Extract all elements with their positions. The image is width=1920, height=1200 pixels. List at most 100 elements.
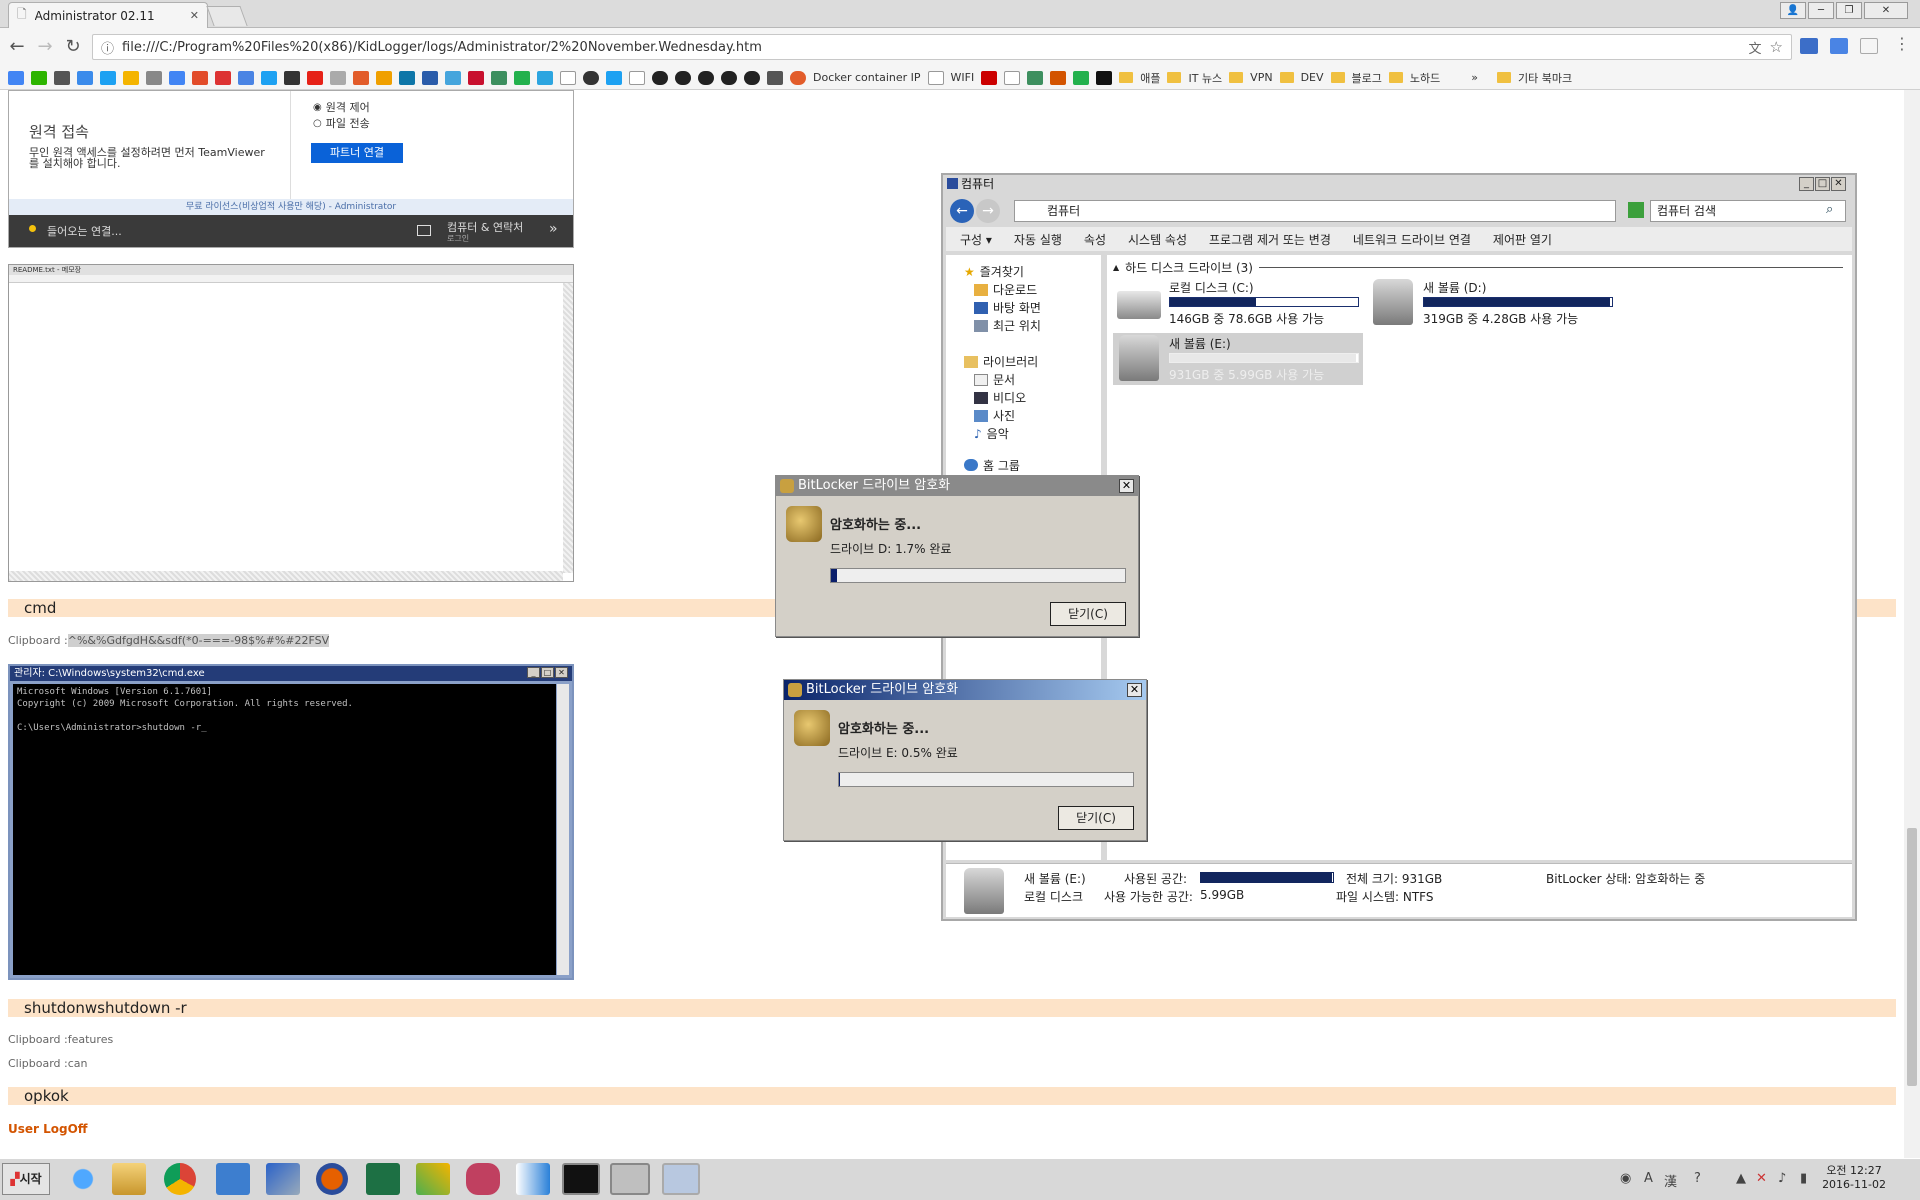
minimize-button[interactable]: ─ xyxy=(1808,2,1834,19)
paint-taskbar-icon[interactable] xyxy=(662,1163,700,1195)
bookmark-icon[interactable] xyxy=(376,70,392,85)
cast-icon[interactable] xyxy=(1860,38,1878,54)
new-tab-button[interactable] xyxy=(206,6,248,26)
twitter-bookmark-icon[interactable] xyxy=(606,70,622,85)
bookmark-folder-nohard[interactable]: 노하드 xyxy=(1410,70,1440,86)
profile-button[interactable]: 👤 xyxy=(1780,2,1806,19)
expand-icon[interactable]: » xyxy=(549,221,558,237)
bookmark-icon[interactable] xyxy=(981,70,998,85)
power-icon[interactable]: ▮ xyxy=(1800,1171,1807,1186)
bookmark-folder-apple[interactable]: 애플 xyxy=(1140,70,1160,86)
bookmark-icon[interactable] xyxy=(1073,70,1090,85)
chrome-icon[interactable] xyxy=(164,1163,196,1195)
translate-icon[interactable]: 文 xyxy=(1749,38,1762,57)
menu-icon[interactable]: ⋮ xyxy=(1894,34,1910,53)
clock[interactable]: 오전 12:27 2016-11-02 xyxy=(1822,1164,1886,1192)
scrollbar-thumb[interactable] xyxy=(1907,828,1917,1086)
ie-icon[interactable] xyxy=(66,1163,100,1195)
notepad-scrollbar[interactable] xyxy=(563,283,573,573)
page-bookmark-icon[interactable] xyxy=(1004,70,1021,85)
star-icon[interactable]: ☆ xyxy=(1770,38,1783,56)
bookmark-icon[interactable] xyxy=(77,70,93,85)
hanja-tray-icon[interactable]: 漢 xyxy=(1664,1171,1677,1190)
connect-partner-button[interactable]: 파트너 연결 xyxy=(311,143,403,163)
bookmark-wifi[interactable]: WIFI xyxy=(951,71,975,84)
docker-bookmark-icon[interactable] xyxy=(790,70,806,85)
bookmark-icon[interactable] xyxy=(445,70,461,85)
wikipedia-bookmark-icon[interactable] xyxy=(560,70,576,85)
page-bookmark-icon[interactable] xyxy=(629,70,645,85)
github-bookmark-icon[interactable] xyxy=(652,70,668,85)
radio-file-transfer[interactable]: ○ 파일 전송 xyxy=(313,115,370,131)
bookmark-folder-vpn[interactable]: VPN xyxy=(1250,71,1272,84)
page-scrollbar[interactable] xyxy=(1904,90,1920,1158)
bookmark-icon[interactable] xyxy=(215,70,231,85)
incoming-connections[interactable]: 들어오는 연결... xyxy=(47,223,122,239)
google-bookmark-icon[interactable] xyxy=(8,70,24,85)
network-status-icon[interactable]: ✕ xyxy=(1756,1171,1767,1186)
bookmark-icon[interactable] xyxy=(422,70,438,85)
youtube-bookmark-icon[interactable] xyxy=(307,70,323,85)
bookmark-docker[interactable]: Docker container IP xyxy=(813,71,921,84)
bookmark-icon[interactable] xyxy=(514,70,530,85)
volume-icon[interactable]: ♪ xyxy=(1778,1171,1786,1186)
github-bookmark-icon[interactable] xyxy=(721,70,737,85)
github-bookmark-icon[interactable] xyxy=(675,70,691,85)
translate-extension-icon[interactable] xyxy=(1830,38,1848,54)
bookmark-icon[interactable] xyxy=(353,70,369,85)
show-hidden-icons[interactable]: ▲ xyxy=(1736,1171,1746,1186)
network-app-icon[interactable] xyxy=(266,1163,300,1195)
bookmark-folder-dev[interactable]: DEV xyxy=(1301,71,1324,84)
firefox-icon[interactable] xyxy=(316,1163,348,1195)
bookmark-folder-blog[interactable]: 블로그 xyxy=(1352,70,1382,86)
bookmark-icon[interactable] xyxy=(123,70,139,85)
close-tab-icon[interactable]: ✕ xyxy=(190,9,199,22)
bookmark-icon[interactable] xyxy=(1027,70,1044,85)
bitlocker-taskbar-icon[interactable] xyxy=(610,1163,650,1195)
bookmark-icon[interactable] xyxy=(1050,70,1067,85)
github-bookmark-icon[interactable] xyxy=(698,70,714,85)
bookmark-icon[interactable] xyxy=(1096,70,1113,85)
radio-remote-control[interactable]: ◉ 원격 제어 xyxy=(313,99,370,115)
notepad-hscrollbar[interactable] xyxy=(9,571,563,581)
address-bar[interactable]: ⓘ file:///C:/Program%20Files%20(x86)/Kid… xyxy=(92,34,1792,60)
extension-icon[interactable] xyxy=(1800,38,1818,54)
other-bookmarks[interactable]: 기타 북마크 xyxy=(1518,70,1572,86)
file-explorer-icon[interactable] xyxy=(112,1163,146,1195)
bookmark-icon[interactable] xyxy=(767,70,783,85)
bookmark-icon[interactable] xyxy=(169,70,185,85)
telegram-bookmark-icon[interactable] xyxy=(537,70,553,85)
teamviewer-icon[interactable] xyxy=(216,1163,250,1195)
close-window-button[interactable]: ✕ xyxy=(1864,2,1908,19)
page-bookmark-icon[interactable] xyxy=(927,70,944,85)
start-button[interactable]: ▞시작 xyxy=(2,1163,50,1195)
browser-tab[interactable]: 🗋 Administrator 02.11 ✕ xyxy=(8,2,208,28)
twitter-bookmark-icon[interactable] xyxy=(261,70,277,85)
player-icon[interactable] xyxy=(516,1163,550,1195)
help-tray-icon[interactable]: ? xyxy=(1694,1171,1701,1186)
bookmark-icon[interactable] xyxy=(100,70,116,85)
app-icon[interactable] xyxy=(466,1163,500,1195)
bookmark-icon[interactable] xyxy=(192,70,208,85)
bookmark-icon[interactable] xyxy=(330,70,346,85)
bookmark-icon[interactable] xyxy=(54,70,70,85)
maximize-button[interactable]: ❐ xyxy=(1836,2,1862,19)
bookmark-icon[interactable] xyxy=(491,70,507,85)
bookmark-folder-it-news[interactable]: IT 뉴스 xyxy=(1188,70,1222,86)
cmd-taskbar-icon[interactable] xyxy=(562,1163,600,1195)
linkedin-bookmark-icon[interactable] xyxy=(399,70,415,85)
ime-tray-icon[interactable]: A xyxy=(1644,1171,1653,1186)
excel-icon[interactable] xyxy=(366,1163,400,1195)
forward-icon[interactable]: → xyxy=(34,36,56,57)
bookmark-icon[interactable] xyxy=(146,70,162,85)
bookmark-icon[interactable] xyxy=(238,70,254,85)
naver-bookmark-icon[interactable] xyxy=(31,70,47,85)
back-icon[interactable]: ← xyxy=(6,36,28,57)
github-bookmark-icon[interactable] xyxy=(744,70,760,85)
reload-icon[interactable]: ↻ xyxy=(62,36,84,57)
network-tray-icon[interactable]: ◉ xyxy=(1620,1171,1631,1186)
star-bookmark-icon[interactable] xyxy=(284,70,300,85)
bookmark-icon[interactable] xyxy=(583,70,599,85)
bookmark-icon[interactable] xyxy=(468,70,484,85)
app-icon[interactable] xyxy=(416,1163,450,1195)
